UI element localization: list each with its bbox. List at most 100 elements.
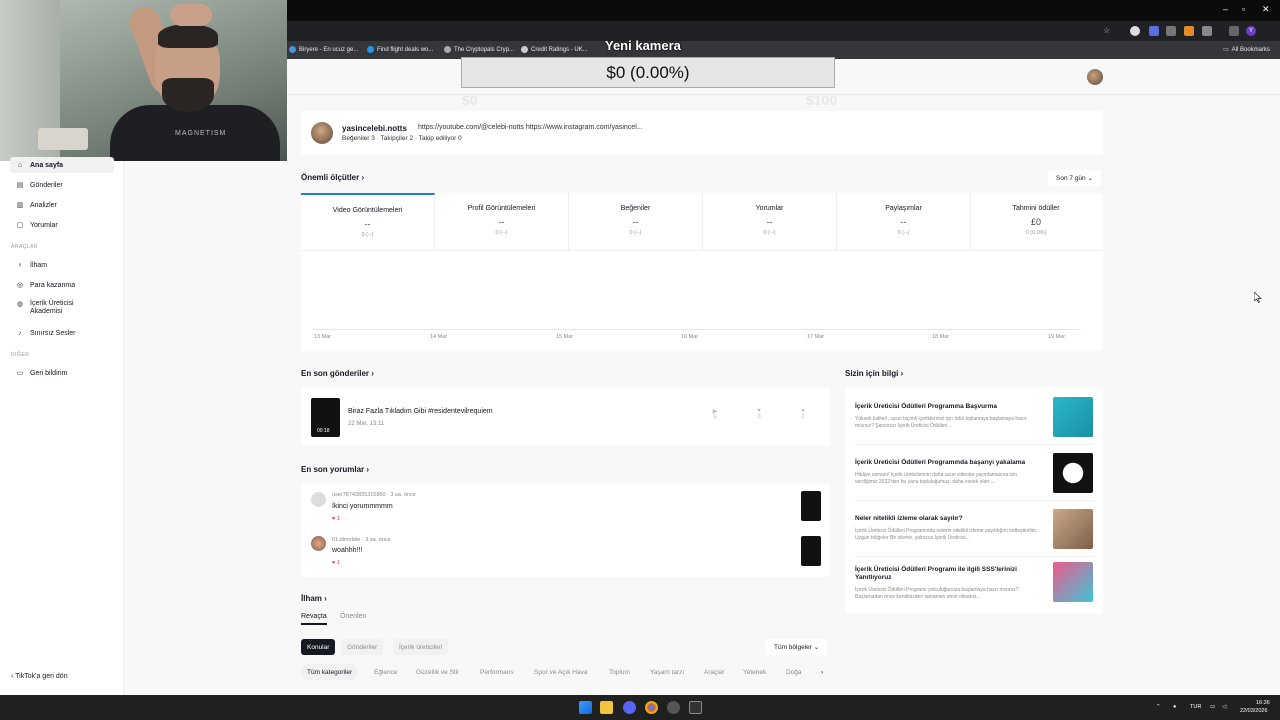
info-for-you-card: İçerik Üreticisi Ödülleri Programına Baş… xyxy=(845,388,1103,614)
tab-recommended[interactable]: Önerilen xyxy=(340,613,366,620)
metric-estimated-rewards[interactable]: Tahmini ödüller £0 0 (0.0%) xyxy=(969,193,1103,251)
metric-likes[interactable]: Beğeniler -- 0 (--) xyxy=(569,193,703,251)
info-for-you-title[interactable]: Sizin için bilgi › xyxy=(845,369,903,378)
category-lifestyle[interactable]: Yaşam tarzı xyxy=(644,664,690,680)
category-beauty[interactable]: Güzellik ve Stil xyxy=(410,664,465,680)
file-explorer-icon[interactable] xyxy=(600,701,613,714)
network-icon[interactable]: ▭ xyxy=(1210,704,1215,710)
bookmark-item[interactable]: The Cryptopals Cryp... xyxy=(444,46,514,53)
sidebar-item-comments[interactable]: ▢ Yorumlar xyxy=(10,217,114,233)
info-item[interactable]: İçerik Üreticisi Ödülleri Programında ba… xyxy=(855,451,1093,501)
recent-post-card[interactable]: 00:18 Biraz Fazla Tıkladım Gibi #residen… xyxy=(301,388,830,446)
account-avatar[interactable] xyxy=(1087,69,1103,85)
category-society[interactable]: Toplum xyxy=(603,664,636,680)
extension-icon[interactable] xyxy=(1130,26,1140,36)
sidebar-item-feedback[interactable]: ▭ Geri bildirim xyxy=(10,365,114,381)
pill-creators[interactable]: İçerik üreticileri xyxy=(393,639,449,655)
chart-tick-label: 18 Mar xyxy=(932,334,950,340)
maximize-icon[interactable]: ▫ xyxy=(1242,4,1245,14)
info-item[interactable]: İçerik Üreticisi Ödülleri Programı ile i… xyxy=(855,560,1093,610)
tray-chevron-icon[interactable]: ⌃ xyxy=(1156,704,1161,710)
camera-overlay-value: $0 (0.00%) xyxy=(461,57,835,88)
inspiration-title[interactable]: İlham › xyxy=(301,594,327,603)
discord-icon[interactable] xyxy=(623,701,636,714)
recent-comments-title[interactable]: En son yorumlar › xyxy=(301,465,369,474)
star-icon[interactable]: ☆ xyxy=(1103,26,1110,35)
folder-icon: ▭ xyxy=(1223,47,1229,53)
sidebar-item-posts[interactable]: ▤ Gönderiler xyxy=(10,177,114,193)
comment-post-thumbnail[interactable] xyxy=(801,491,821,521)
sidebar-item-academy[interactable]: ◍ İçerik Üreticisi Akademisi xyxy=(10,297,114,321)
info-item[interactable]: Neler nitelikli izleme olarak sayılır? İ… xyxy=(855,507,1093,557)
extension-icon[interactable] xyxy=(1166,26,1176,36)
pill-topics[interactable]: Konular xyxy=(301,639,336,655)
sidebar-item-monetization[interactable]: ◎ Para kazanma xyxy=(10,277,114,293)
comment-likes: ♥ 1 xyxy=(332,560,340,566)
clock-time[interactable]: 16:36 xyxy=(1256,700,1270,706)
sidebar-item-sounds[interactable]: ♪ Sınırsız Sesler xyxy=(10,325,114,341)
webcam-person-beard xyxy=(162,78,214,112)
info-item[interactable]: İçerik Üreticisi Ödülleri Programına Baş… xyxy=(855,395,1093,445)
comment-icon: ▢ xyxy=(16,222,24,229)
post-views: ▶ 5 xyxy=(705,408,725,421)
comment-post-thumbnail[interactable] xyxy=(801,536,821,566)
camera-overlay-title: Yeni kamera xyxy=(605,38,681,53)
all-bookmarks[interactable]: ▭ All Bookmarks xyxy=(1223,46,1270,54)
terminal-icon[interactable] xyxy=(689,701,702,714)
key-metrics-title[interactable]: Önemli ölçütler › xyxy=(301,173,364,182)
windows-taskbar: ⌃ ● TUR ▭ ◁ 16:36 22/03/2026 xyxy=(0,695,1280,720)
metric-shares[interactable]: Paylaşımlar -- 0 (--) xyxy=(837,193,971,251)
bookmark-item[interactable]: Find flight deals wo... xyxy=(367,46,433,53)
metric-comments[interactable]: Yorumlar -- 0 (--) xyxy=(703,193,837,251)
category-performance[interactable]: Performans xyxy=(474,664,520,680)
extension-icon[interactable] xyxy=(1202,26,1212,36)
profile-links[interactable]: https://youtube.com/@celebi-notts https:… xyxy=(418,124,643,131)
bookmark-item[interactable]: Credit Ratings - UK... xyxy=(521,46,588,53)
info-item-image xyxy=(1053,453,1093,493)
category-all[interactable]: Tüm kategoriler xyxy=(301,664,359,680)
microphone-icon[interactable]: ● xyxy=(1173,704,1176,710)
tab-trending[interactable]: Revaçta xyxy=(301,613,327,625)
region-dropdown[interactable]: Tüm bölgeler ⌄ xyxy=(766,639,828,655)
mouse-cursor-icon xyxy=(1254,292,1262,303)
language-indicator[interactable]: TUR xyxy=(1190,704,1201,710)
clock-date[interactable]: 22/03/2026 xyxy=(1240,708,1268,714)
volume-icon[interactable]: ◁ xyxy=(1222,704,1226,710)
extension-icon[interactable] xyxy=(1229,26,1239,36)
camera-overlay-ghost-left: $0 xyxy=(462,92,478,108)
date-range-dropdown[interactable]: Son 7 gün ⌄ xyxy=(1048,170,1101,186)
extension-icon[interactable] xyxy=(1184,26,1194,36)
categories-next-button[interactable]: › xyxy=(815,664,829,680)
bookmark-icon xyxy=(521,46,528,53)
profile-avatar[interactable]: Y xyxy=(1246,26,1256,36)
sidebar-section-other: DİĞER xyxy=(11,352,30,358)
post-date: 22 Mar, 13:11 xyxy=(348,421,385,427)
metric-video-views[interactable]: Video Görüntülemeleri -- 0 (--) xyxy=(301,193,435,251)
info-item-title: İçerik Üreticisi Ödülleri Programına Baş… xyxy=(855,403,997,410)
chart-tick-label: 16 Mar xyxy=(681,334,699,340)
info-item-image xyxy=(1053,397,1093,437)
back-to-tiktok-link[interactable]: ‹ TikTok'a geri dön xyxy=(11,673,68,680)
close-icon[interactable]: ✕ xyxy=(1262,4,1270,15)
comment-meta: 01.dimolate · 3 sa. önce xyxy=(332,537,391,543)
category-entertainment[interactable]: Eğlence xyxy=(368,664,404,680)
recent-posts-title[interactable]: En son gönderiler › xyxy=(301,369,374,378)
pill-posts[interactable]: Gönderiler xyxy=(341,639,384,655)
sidebar-item-home[interactable]: ⌂ Ana sayfa xyxy=(10,157,114,173)
category-vehicles[interactable]: Araçlar xyxy=(698,664,731,680)
metric-profile-views[interactable]: Profil Görüntülemeleri -- 0 (--) xyxy=(435,193,569,251)
extension-icon[interactable] xyxy=(1149,26,1159,36)
profile-card: yasincelebi.notts https://youtube.com/@c… xyxy=(301,111,1103,155)
windows-start-icon[interactable] xyxy=(579,701,592,714)
app-icon[interactable] xyxy=(667,701,680,714)
category-nature[interactable]: Doğa xyxy=(780,664,808,680)
chart-icon: ▥ xyxy=(16,202,24,209)
chrome-icon[interactable] xyxy=(645,701,658,714)
sidebar-item-inspiration[interactable]: ♀ İlham xyxy=(10,257,114,273)
bookmark-item[interactable]: Biryere - En ucuz ge... xyxy=(289,46,358,53)
sidebar-item-analytics[interactable]: ▥ Analizler xyxy=(10,197,114,213)
category-talent[interactable]: Yetenek xyxy=(737,664,772,680)
profile-avatar-image xyxy=(311,122,333,144)
minimize-icon[interactable]: – xyxy=(1223,4,1228,14)
category-sports[interactable]: Spor ve Açık Hava xyxy=(528,664,593,680)
